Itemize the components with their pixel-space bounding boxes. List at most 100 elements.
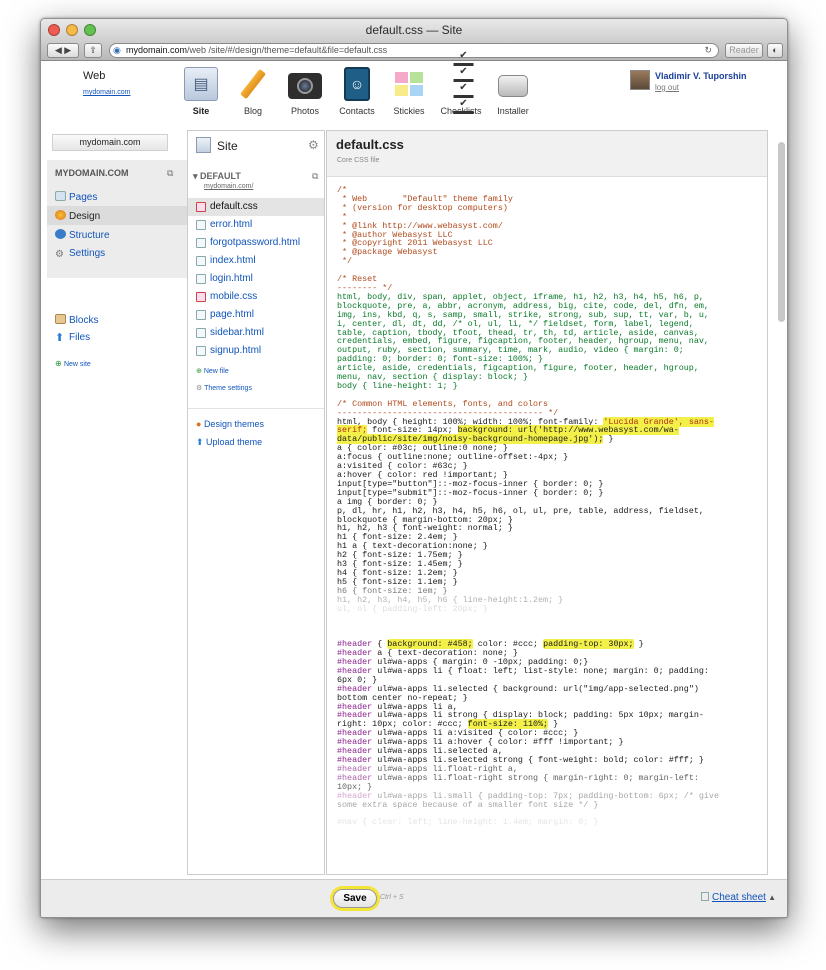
- new-file-link[interactable]: ⊕ New file: [196, 367, 229, 375]
- copy-icon[interactable]: ⧉: [167, 168, 173, 179]
- file-name: sidebar.html: [210, 327, 264, 338]
- nav-label: Design: [69, 211, 101, 222]
- share-button[interactable]: ⇪: [84, 43, 102, 58]
- nav-pages[interactable]: Pages: [55, 191, 97, 203]
- app-label: Contacts: [339, 106, 375, 116]
- reader-button[interactable]: Reader: [725, 43, 763, 58]
- user-name[interactable]: Vladimir V. Tuporshin: [655, 71, 747, 81]
- file-name: index.html: [210, 255, 256, 266]
- file-item[interactable]: forgotpassword.html: [188, 234, 324, 252]
- back-forward-button[interactable]: ◀ ▶: [47, 43, 79, 58]
- theme-files-panel: Site ⚙ ▾ DEFAULT mydomain.com/ ⧉ default…: [187, 130, 325, 875]
- pencil-icon: [236, 67, 270, 101]
- file-item[interactable]: sidebar.html: [188, 324, 324, 342]
- file-name: login.html: [210, 273, 253, 284]
- copy-icon[interactable]: ⧉: [312, 171, 318, 182]
- app-label: Checklists: [440, 106, 482, 116]
- app-label: Installer: [497, 106, 529, 116]
- app-installer[interactable]: Installer: [484, 67, 542, 116]
- chevron-up-icon: ▲: [765, 893, 777, 902]
- site-link[interactable]: mydomain.com: [83, 89, 130, 96]
- design-icon: ●: [196, 419, 204, 429]
- gear-icon: ⚙: [196, 385, 205, 392]
- document-icon: [701, 892, 709, 901]
- app-checklists[interactable]: ✔ ▬▬ ✔ ▬▬ ✔ ▬▬ ✔ ▬▬ Checklists: [432, 51, 490, 117]
- nav-files[interactable]: ⬆ Files: [55, 332, 91, 344]
- gear-icon[interactable]: ⚙: [308, 138, 319, 152]
- section-title: MYDOMAIN.COM: [55, 168, 129, 178]
- installer-icon: [498, 75, 528, 97]
- app-label: Photos: [290, 106, 320, 116]
- app-label: Blog: [243, 106, 262, 116]
- app-blog[interactable]: Blog: [224, 67, 282, 116]
- file-name: forgotpassword.html: [210, 237, 301, 248]
- css-code-area[interactable]: /* * Web "Default" theme family * (versi…: [337, 186, 763, 866]
- title-bar: default.css — Site: [41, 19, 787, 41]
- app-contacts[interactable]: ☺ Contacts: [328, 67, 386, 116]
- html-file-icon: [196, 328, 206, 338]
- file-name: signup.html: [210, 345, 262, 356]
- nav-blocks[interactable]: Blocks: [55, 314, 98, 326]
- address-bar[interactable]: ◉ mydomain.com/web /site/#/design/theme=…: [109, 43, 719, 58]
- nav-label: Blocks: [69, 315, 99, 326]
- editor-filename: default.css: [336, 137, 404, 152]
- theme-settings-label: Theme settings: [204, 385, 252, 392]
- avatar[interactable]: [630, 70, 650, 90]
- file-item[interactable]: index.html: [188, 252, 324, 270]
- app-photos[interactable]: Photos: [276, 67, 334, 116]
- add-icon: ⊕: [196, 368, 204, 375]
- contacts-icon: ☺: [344, 67, 370, 101]
- css-file-icon: [196, 202, 206, 212]
- app-site[interactable]: ▤ Site: [172, 67, 230, 116]
- page: Web mydomain.com ▤ Site Blog Photos ☺ Co…: [41, 51, 787, 917]
- app-stickies[interactable]: Stickies: [380, 67, 438, 116]
- file-item[interactable]: error.html: [188, 216, 324, 234]
- nav-label: Pages: [69, 192, 98, 203]
- upload-theme-link[interactable]: ⬆ Upload theme: [196, 437, 262, 448]
- file-name: error.html: [210, 219, 253, 230]
- new-site-link[interactable]: ⊕ New site: [55, 359, 91, 368]
- design-themes-link[interactable]: ● Design themes: [196, 419, 264, 429]
- structure-icon: [55, 229, 66, 239]
- close-window-icon[interactable]: [48, 24, 60, 36]
- scrollbar[interactable]: [778, 142, 785, 322]
- site-icon: [196, 137, 211, 153]
- editor-subtitle: Core CSS file: [337, 157, 380, 164]
- app-label: Stickies: [393, 106, 425, 116]
- theme-settings-link[interactable]: ⚙ Theme settings: [196, 384, 252, 392]
- nav-settings[interactable]: ⚙ Settings: [55, 248, 105, 260]
- nav-label: Structure: [69, 230, 110, 241]
- save-button[interactable]: Save: [333, 889, 377, 908]
- reload-icon[interactable]: ↻: [704, 44, 712, 57]
- file-name: page.html: [210, 309, 254, 320]
- html-file-icon: [196, 256, 206, 266]
- minimize-window-icon[interactable]: [66, 24, 78, 36]
- file-item[interactable]: page.html: [188, 306, 324, 324]
- file-item[interactable]: login.html: [188, 270, 324, 288]
- logout-link[interactable]: log out: [655, 83, 679, 92]
- globe-icon: ◉: [113, 45, 121, 55]
- settings-icon[interactable]: ◐: [767, 43, 783, 58]
- file-item[interactable]: default.css: [188, 198, 324, 216]
- nav-structure[interactable]: Structure: [55, 229, 110, 241]
- theme-title[interactable]: ▾ DEFAULT: [193, 171, 241, 182]
- cheat-sheet-link[interactable]: Cheat sheet ▲: [701, 892, 776, 903]
- bottom-bar: Save Ctrl + S Cheat sheet ▲: [41, 879, 787, 917]
- html-file-icon: [196, 310, 206, 320]
- new-file-label: New file: [203, 368, 229, 375]
- window-title: default.css — Site: [365, 23, 463, 37]
- nav-design[interactable]: Design: [55, 210, 100, 222]
- cheat-sheet-label: Cheat sheet: [712, 892, 766, 903]
- blocks-icon: [55, 314, 66, 324]
- file-item[interactable]: mobile.css: [188, 288, 324, 306]
- file-item[interactable]: signup.html: [188, 342, 324, 360]
- theme-domain-link[interactable]: mydomain.com/: [204, 183, 253, 190]
- html-file-icon: [196, 346, 206, 356]
- design-themes-label: Design themes: [203, 419, 264, 429]
- save-shortcut: Ctrl + S: [380, 894, 404, 901]
- nav-label: Files: [69, 332, 91, 343]
- zoom-window-icon[interactable]: [84, 24, 96, 36]
- theme-name: DEFAULT: [200, 171, 241, 181]
- domain-selector[interactable]: mydomain.com: [52, 134, 168, 151]
- site-name: Web: [83, 70, 106, 82]
